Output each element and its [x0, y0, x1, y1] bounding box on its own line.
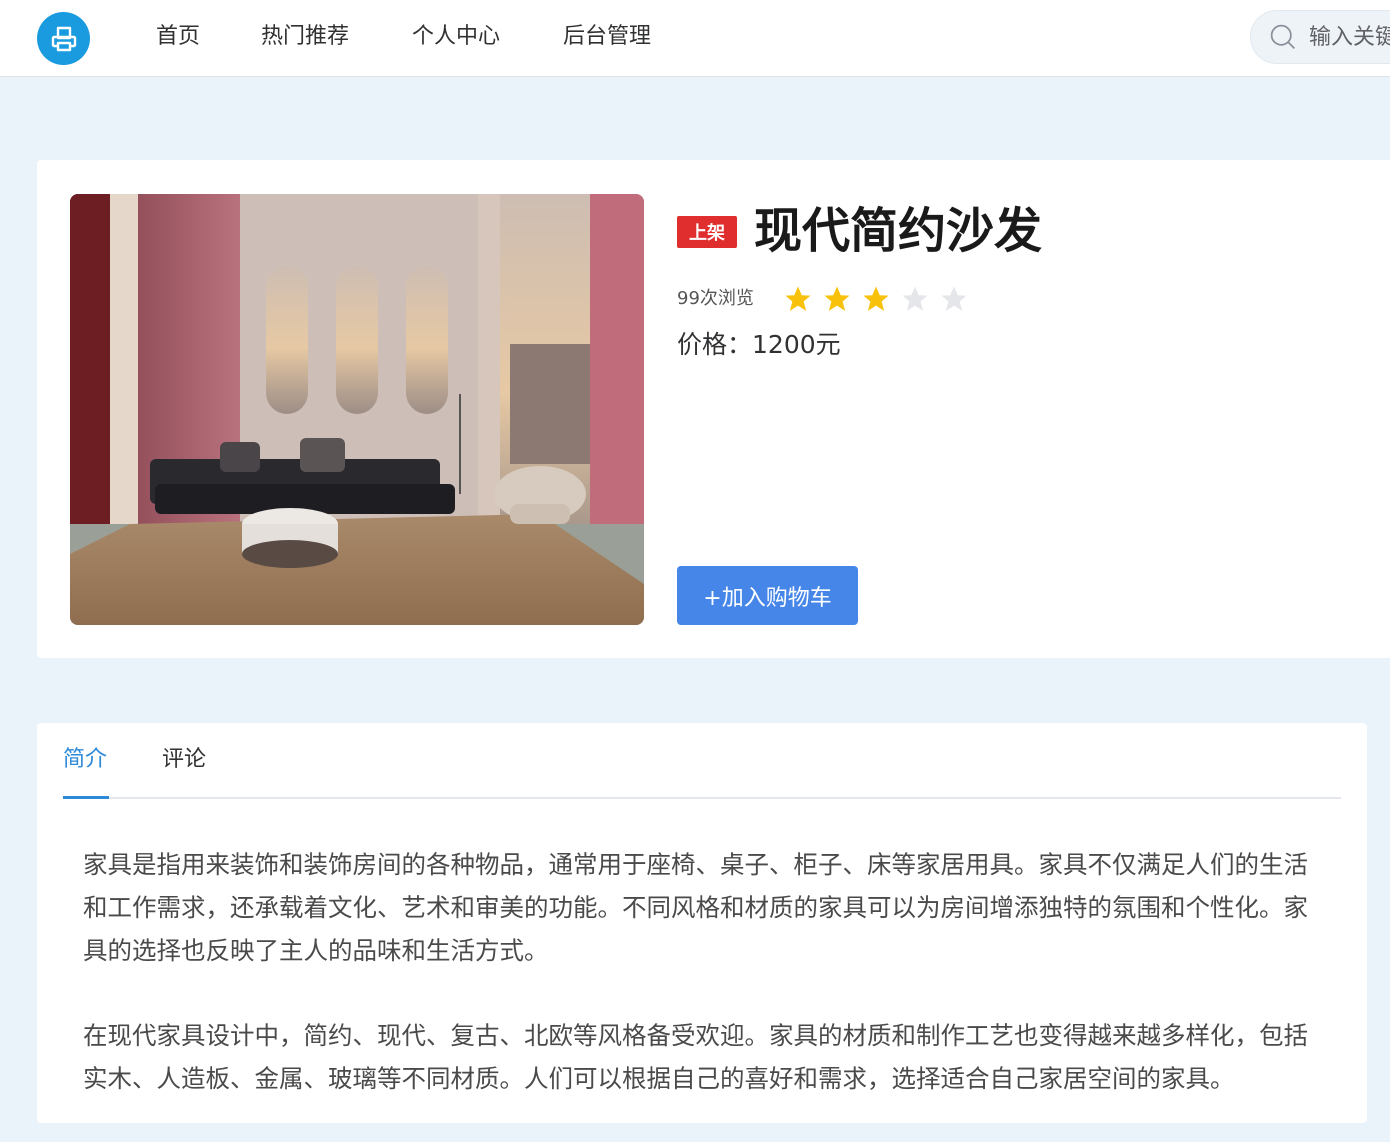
tab-intro-label: 简介 — [63, 747, 108, 772]
search-icon — [1270, 24, 1295, 49]
tab-bar: 简介 评论 — [63, 723, 1341, 799]
star-icon[interactable] — [822, 284, 852, 314]
tab-intro[interactable]: 简介 — [63, 745, 107, 775]
description-paragraph: 在现代家具设计中，简约、现代、复古、北欧等风格备受欢迎。家具的材质和制作工艺也变… — [83, 1021, 1308, 1093]
star-icon[interactable] — [861, 284, 891, 314]
nav-home[interactable]: 首页 — [156, 22, 200, 52]
status-badge: 上架 — [677, 216, 737, 248]
nav-admin[interactable]: 后台管理 — [563, 22, 651, 52]
description-paragraph: 家具是指用来装饰和装饰房间的各种物品，通常用于座椅、桌子、柜子、床等家居用具。家… — [83, 850, 1308, 965]
star-icon[interactable] — [900, 284, 930, 314]
view-count: 99次浏览 — [677, 288, 754, 309]
price-value: 1200元 — [752, 330, 841, 359]
star-icon[interactable] — [783, 284, 813, 314]
tab-comments-label: 评论 — [162, 747, 207, 772]
printer-icon — [51, 26, 76, 51]
price: 价格：1200元 — [677, 327, 841, 363]
product-card: 上架 现代简约沙发 99次浏览 价格：1200元 +加入购物车 — [37, 160, 1390, 658]
rating-stars[interactable] — [783, 284, 969, 314]
nav-hot-recommend[interactable]: 热门推荐 — [261, 22, 349, 52]
product-image — [70, 194, 644, 625]
search-input[interactable] — [1309, 24, 1390, 50]
price-label: 价格： — [677, 330, 753, 359]
description: 家具是指用来装饰和装饰房间的各种物品，通常用于座椅、桌子、柜子、床等家居用具。家… — [83, 843, 1323, 1142]
search-box[interactable] — [1250, 10, 1390, 64]
logo[interactable] — [37, 12, 90, 65]
tab-active-indicator — [63, 796, 109, 799]
nav-personal-center[interactable]: 个人中心 — [412, 22, 500, 52]
star-icon[interactable] — [939, 284, 969, 314]
tab-comments[interactable]: 评论 — [162, 745, 206, 775]
detail-card: 简介 评论 家具是指用来装饰和装饰房间的各种物品，通常用于座椅、桌子、柜子、床等… — [37, 723, 1367, 1123]
add-to-cart-button[interactable]: +加入购物车 — [677, 566, 858, 625]
product-title: 现代简约沙发 — [754, 203, 1043, 259]
top-navbar: 首页 热门推荐 个人中心 后台管理 — [0, 0, 1390, 77]
